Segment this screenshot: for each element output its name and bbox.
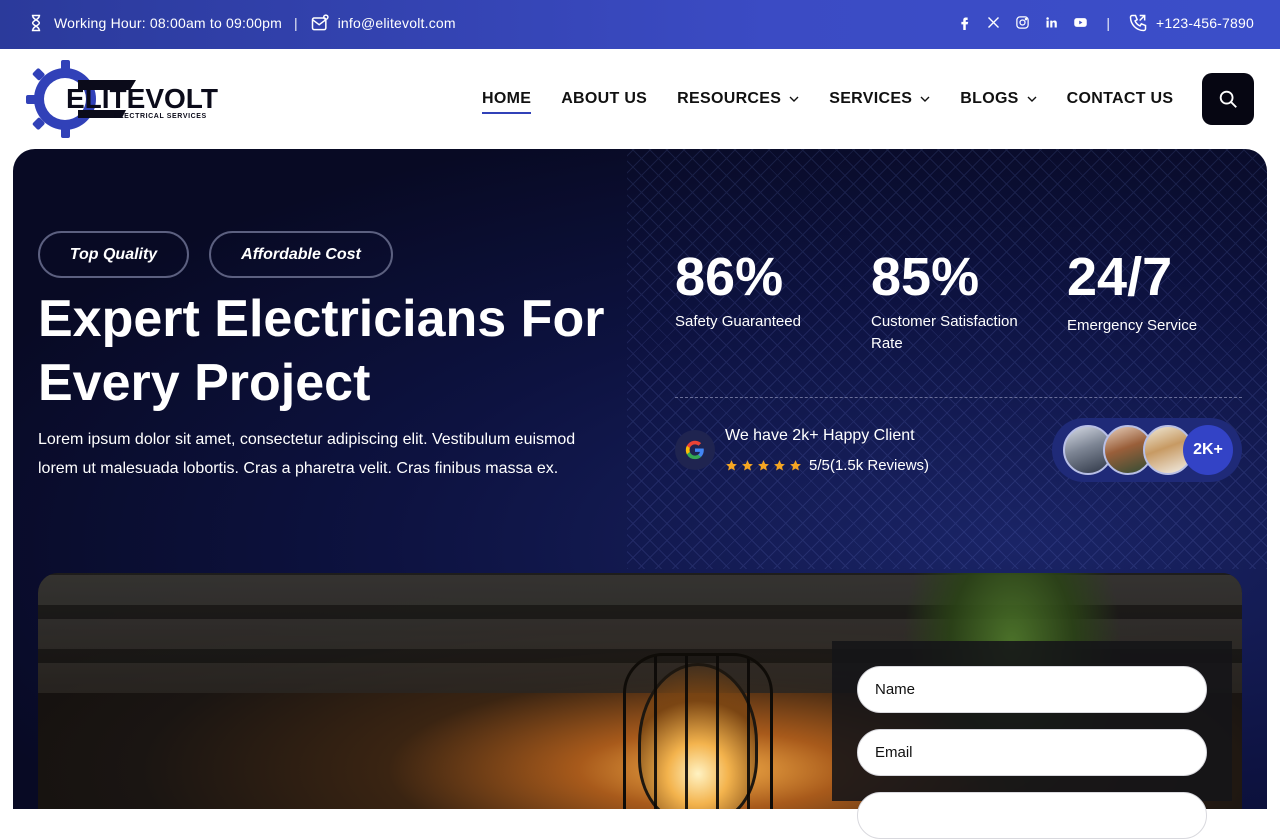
nav-label: ABOUT US [561, 90, 648, 107]
nav-label: BLOGS [960, 90, 1019, 107]
stat-label: Emergency Service [1067, 317, 1198, 334]
x-icon[interactable] [986, 15, 1001, 30]
rating-text: 5/5(1.5k Reviews) [809, 457, 930, 474]
stat-emergency: 24/7 Emergency Service [1067, 249, 1197, 337]
instagram-icon[interactable] [1015, 15, 1030, 30]
star-icon [758, 460, 769, 471]
brand-logo[interactable]: ELITEVOLT ELECTRICAL SERVICES [26, 60, 226, 138]
name-field[interactable]: Name [857, 666, 1207, 713]
star-icon [790, 460, 801, 471]
chevron-down-icon [920, 96, 930, 102]
divider: | [1106, 14, 1111, 31]
review-title: We have 2k+ Happy Client [725, 427, 915, 444]
email-placeholder: Email [875, 744, 913, 761]
hero-description-line: lorem ut malesuada lobortis. Cras a phar… [38, 460, 559, 477]
phone-link[interactable]: +123-456-7890 [1128, 13, 1254, 33]
hero-description: Lorem ipsum dolor sit amet, consectetur … [38, 425, 598, 483]
brand-tagline: ELECTRICAL SERVICES [114, 113, 207, 120]
google-icon [675, 430, 715, 470]
chevron-down-icon [789, 96, 799, 102]
tag-label: Affordable Cost [241, 245, 361, 263]
hourglass-icon [26, 13, 46, 33]
nav-item-blogs[interactable]: BLOGS [960, 90, 1037, 108]
phone-text: +123-456-7890 [1156, 14, 1254, 31]
working-hours: Working Hour: 08:00am to 09:00pm [26, 13, 282, 33]
rating: 5/5(1.5k Reviews) [725, 457, 929, 474]
tag-top-quality: Top Quality [38, 231, 189, 278]
mail-icon [310, 13, 330, 33]
main-nav: HOME ABOUT US RESOURCES SERVICES BLOGS C… [482, 49, 1173, 149]
nav-item-contact-us[interactable]: CONTACT US [1067, 90, 1174, 108]
email-text: info@elitevolt.com [337, 14, 456, 31]
star-icon [742, 460, 753, 471]
stat-label: Customer Satisfaction Rate [871, 313, 1018, 352]
hero-title-line: Expert Electricians For [38, 290, 605, 348]
hero-title-line: Every Project [38, 354, 371, 412]
clients-count-badge: 2K+ [1183, 425, 1233, 475]
email-link[interactable]: info@elitevolt.com [310, 13, 456, 33]
star-icon [726, 460, 737, 471]
brand-name: ELITEVOLT [66, 83, 218, 114]
star-icon [774, 460, 785, 471]
hero-pattern [627, 149, 1267, 569]
search-icon [1219, 90, 1237, 108]
tag-affordable-cost: Affordable Cost [209, 231, 393, 278]
nav-label: CONTACT US [1066, 90, 1174, 107]
hero-description-line: Lorem ipsum dolor sit amet, consectetur … [38, 431, 576, 448]
nav-item-about-us[interactable]: ABOUT US [561, 90, 647, 108]
linkedin-icon[interactable] [1044, 15, 1059, 30]
stat-value: 24/7 [1067, 247, 1173, 307]
nav-label: HOME [482, 90, 532, 107]
quote-form-panel [832, 641, 1232, 801]
search-button[interactable] [1202, 73, 1254, 125]
chevron-down-icon [1027, 96, 1037, 102]
top-bar: Working Hour: 08:00am to 09:00pm | info@… [0, 0, 1280, 49]
social-links [957, 15, 1088, 30]
divider: | [293, 14, 298, 31]
hero-title: Expert Electricians For Every Project [38, 287, 638, 415]
facebook-icon[interactable] [957, 15, 972, 30]
form-field[interactable] [857, 792, 1207, 839]
stat-value: 86% [675, 247, 784, 307]
name-placeholder: Name [875, 681, 916, 698]
stat-satisfaction: 85% Customer Satisfaction Rate [871, 249, 1018, 355]
stat-label: Safety Guaranteed [675, 313, 801, 330]
youtube-icon[interactable] [1073, 15, 1088, 30]
lamp-cage [623, 653, 773, 809]
client-avatars: 2K+ [1052, 418, 1242, 482]
email-field[interactable]: Email [857, 729, 1207, 776]
stat-value: 85% [871, 247, 980, 307]
working-hours-text: Working Hour: 08:00am to 09:00pm [54, 14, 282, 31]
nav-item-resources[interactable]: RESOURCES [677, 90, 799, 108]
nav-label: SERVICES [829, 90, 913, 107]
nav-label: RESOURCES [677, 90, 782, 107]
main-header: ELITEVOLT ELECTRICAL SERVICES HOME ABOUT… [0, 49, 1280, 149]
stat-safety: 86% Safety Guaranteed [675, 249, 801, 333]
divider [675, 397, 1242, 398]
nav-item-home[interactable]: HOME [482, 90, 532, 114]
phone-icon [1128, 13, 1148, 33]
tag-label: Top Quality [69, 245, 158, 263]
nav-item-services[interactable]: SERVICES [829, 90, 930, 108]
